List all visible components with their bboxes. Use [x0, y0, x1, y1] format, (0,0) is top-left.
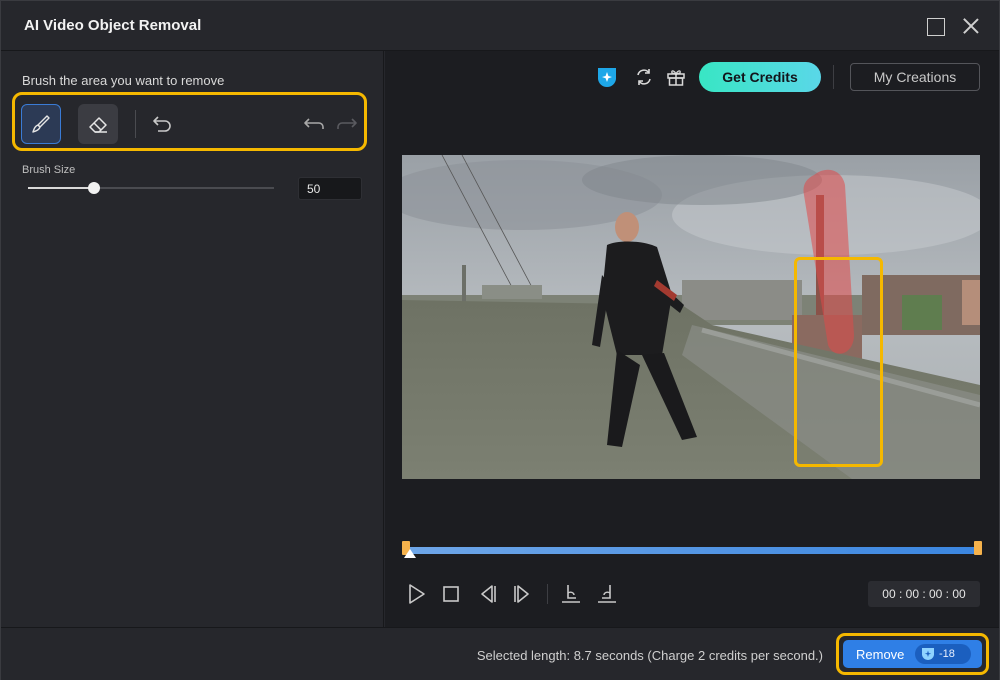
header-divider — [833, 65, 834, 89]
timecode-display: 00 : 00 : 00 : 00 — [868, 581, 980, 607]
preview-panel: Get Credits My Creations 00: 00: 00: … — [385, 51, 999, 627]
mask-highlight-box — [794, 257, 883, 467]
playhead[interactable] — [404, 549, 416, 558]
remove-label: Remove — [856, 647, 905, 662]
maximize-icon[interactable] — [923, 14, 947, 38]
gift-icon[interactable] — [665, 66, 687, 88]
eraser-tool-button[interactable] — [78, 104, 118, 144]
footer-bar: Selected length: 8.7 seconds (Charge 2 c… — [1, 627, 999, 680]
credits-icon[interactable] — [596, 66, 618, 88]
timeline-selection — [406, 547, 978, 554]
undo-icon[interactable] — [302, 112, 326, 136]
credit-cost-value: -18 — [939, 648, 955, 660]
credit-coin-icon — [922, 648, 934, 661]
brush-toolbar — [12, 92, 367, 151]
mark-out-icon[interactable] — [595, 582, 619, 606]
slider-thumb[interactable] — [88, 182, 100, 194]
brush-instruction: Brush the area you want to remove — [22, 73, 225, 88]
title-bar: AI Video Object Removal — [1, 1, 999, 51]
timeline[interactable] — [402, 541, 982, 561]
controls-divider — [547, 584, 548, 604]
video-preview[interactable] — [402, 155, 980, 479]
selected-length-text: Selected length: 8.7 seconds (Charge 2 c… — [476, 648, 823, 663]
trim-end-handle[interactable] — [974, 541, 982, 555]
brush-size-input[interactable] — [298, 177, 362, 200]
remove-button[interactable]: Remove -18 — [843, 640, 982, 668]
window-title: AI Video Object Removal — [24, 17, 202, 34]
close-icon[interactable] — [959, 14, 983, 38]
app-window: AI Video Object Removal Brush the area y… — [0, 0, 1000, 680]
reset-icon[interactable] — [150, 112, 174, 136]
toolbar-divider — [135, 110, 136, 138]
refresh-icon[interactable] — [633, 66, 655, 88]
next-frame-icon[interactable] — [511, 582, 535, 606]
remove-highlight-box: Remove -18 — [836, 633, 989, 675]
brush-tool-button[interactable] — [21, 104, 61, 144]
redo-icon[interactable] — [335, 112, 359, 136]
play-icon[interactable] — [404, 582, 428, 606]
previous-frame-icon[interactable] — [475, 582, 499, 606]
credit-cost-badge: -18 — [915, 644, 971, 664]
get-credits-button[interactable]: Get Credits — [699, 62, 821, 92]
video-frame-image — [402, 155, 980, 479]
stop-icon[interactable] — [439, 582, 463, 606]
brush-size-label: Brush Size — [22, 164, 76, 176]
brush-icon — [32, 115, 50, 133]
eraser-icon — [89, 117, 107, 133]
mark-in-icon[interactable] — [559, 582, 583, 606]
brush-size-slider[interactable] — [28, 181, 274, 195]
brush-panel: Brush the area you want to remove Brush … — [1, 51, 384, 627]
my-creations-button[interactable]: My Creations — [850, 63, 980, 91]
slider-fill — [28, 187, 94, 189]
